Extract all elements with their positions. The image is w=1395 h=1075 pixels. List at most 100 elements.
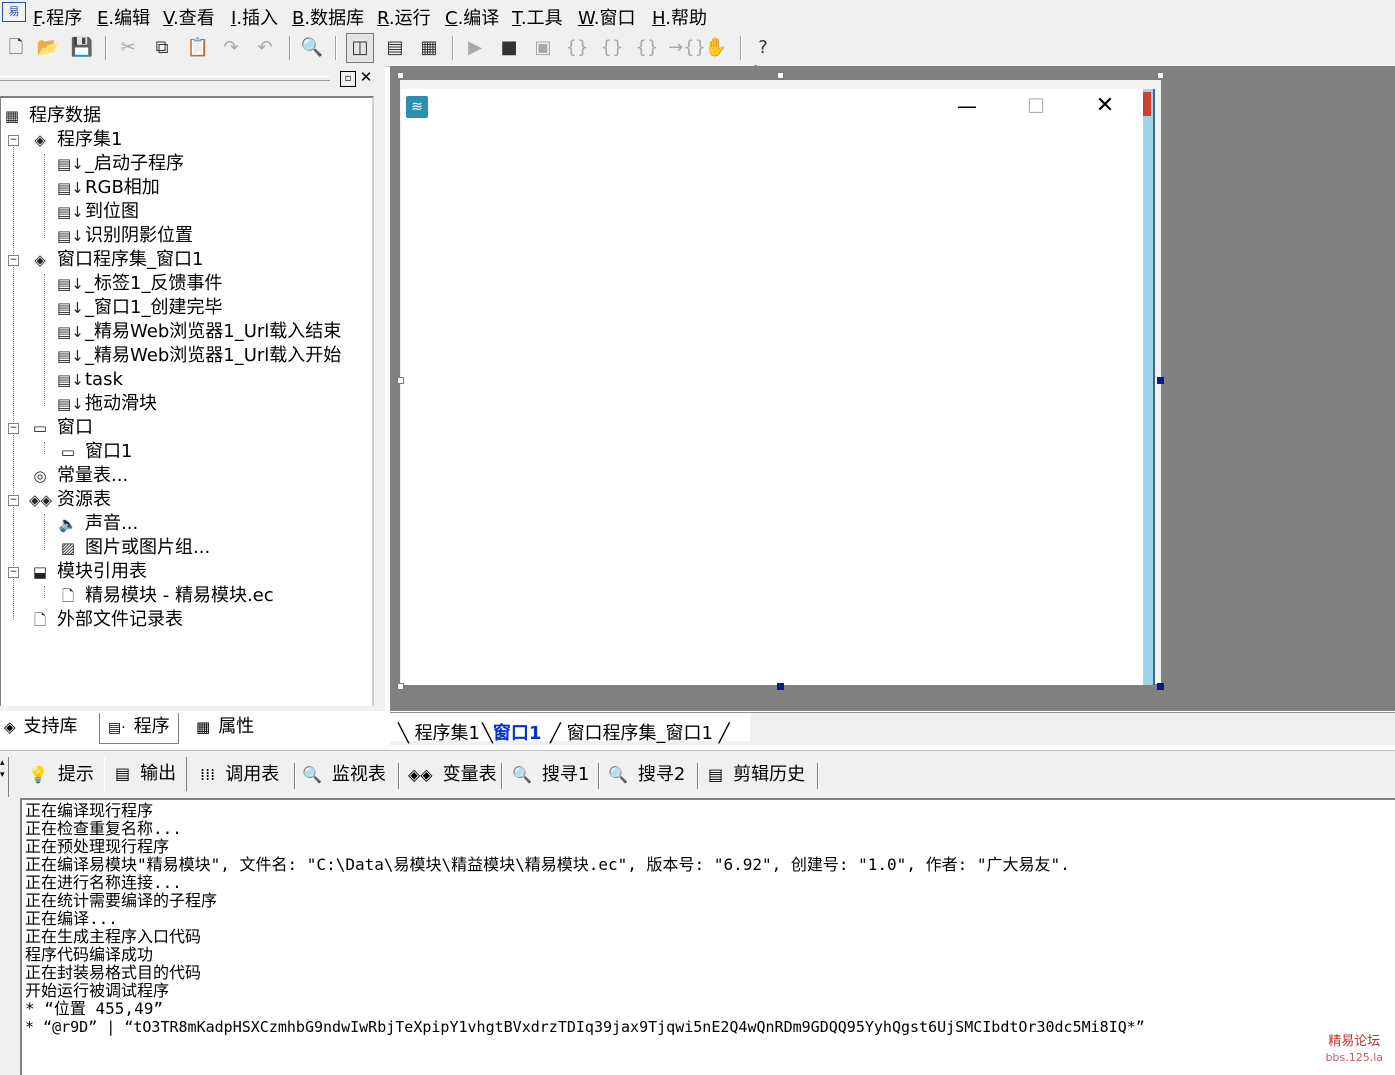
new-icon[interactable]: 🗋 [2, 34, 30, 62]
tab-hint[interactable]: 💡 提示 [28, 761, 94, 789]
run-to-icon[interactable]: →{} [668, 34, 706, 62]
panel-float-icon[interactable]: ▫ [340, 71, 356, 87]
panel-close-icon[interactable]: ✕ [359, 69, 373, 85]
tab-watch[interactable]: 🔍 监视表 [302, 761, 386, 789]
output-log[interactable]: 正在编译现行程序 正在检查重复名称... 正在预处理现行程序 正在编译易模块"精… [20, 798, 1395, 1075]
call-stack-icon: ⁞⁞⁞ [200, 765, 216, 784]
tab-support-library[interactable]: ◈ 支持库 [4, 713, 78, 741]
search-icon: 🔍 [608, 765, 628, 784]
minimize-icon[interactable]: — [953, 91, 981, 121]
tree-node-constants[interactable]: ◎ 常量表... [29, 464, 128, 488]
layout-1-icon[interactable]: ◫ [346, 33, 374, 63]
tree-node-external[interactable]: 🗋 外部文件记录表 [29, 608, 183, 632]
layout-3-icon[interactable]: ▦ [415, 34, 443, 62]
menu-view[interactable]: V.查看 [163, 4, 215, 30]
window-icon: ▭ [32, 419, 48, 437]
magnifier-icon: 🔍 [302, 765, 322, 784]
tree-node-sub[interactable]: ▤↓_标签1_反馈事件 [57, 272, 222, 296]
tree-node-window1[interactable]: ▭ 窗口1 [57, 440, 133, 464]
resize-handle[interactable] [777, 683, 784, 690]
resize-handle[interactable] [397, 683, 404, 690]
close-icon[interactable]: ✕ [1091, 91, 1119, 121]
tree-node-images[interactable]: ▨ 图片或图片组... [57, 536, 210, 560]
tree-node-modules[interactable]: − ⬓ 模块引用表 [8, 560, 147, 584]
tab-variables[interactable]: ◈◈ 变量表 [408, 761, 497, 789]
tree-node-sub[interactable]: ▤↓_精易Web浏览器1_Url载入开始 [57, 344, 341, 368]
tree-node-module-item[interactable]: 🗋 精易模块 - 精易模块.ec [57, 584, 274, 608]
tab-properties[interactable]: ▦ 属性 [196, 713, 254, 741]
copy-icon[interactable]: ⧉ [148, 34, 176, 62]
resize-handle[interactable] [397, 72, 404, 79]
menu-tools[interactable]: T.工具 [512, 4, 563, 30]
tree-node-sub[interactable]: ▤↓task [57, 368, 123, 392]
menu-edit[interactable]: E.编辑 [97, 4, 150, 30]
resize-handle[interactable] [1157, 72, 1164, 79]
layout-2-icon[interactable]: ▤ [381, 34, 409, 62]
resize-handle[interactable] [397, 377, 404, 384]
tab-call-stack[interactable]: ⁞⁞⁞ 调用表 [200, 761, 279, 789]
tree-node-sub[interactable]: ▤↓RGB相加 [57, 176, 160, 200]
form-window1[interactable]: ≋ — ☐ ✕ [401, 89, 1143, 685]
collapse-icon[interactable]: − [8, 423, 19, 434]
collapse-icon[interactable]: − [8, 255, 19, 266]
tab-output[interactable]: ▤ 输出 [104, 757, 188, 791]
menu-insert[interactable]: I.插入 [231, 4, 278, 30]
cut-icon[interactable]: ✂ [114, 34, 142, 62]
maximize-icon[interactable]: ☐ [1022, 91, 1050, 121]
run-icon[interactable]: ▶ [461, 34, 489, 62]
menu-help[interactable]: H.帮助 [652, 4, 707, 30]
step-out-icon[interactable]: {} [633, 34, 661, 62]
help-search-icon[interactable]: ?🔭 [749, 34, 777, 86]
undo-icon[interactable]: ↶ [251, 34, 279, 62]
tab-window1[interactable]: ╲窗口1 [482, 719, 541, 745]
stop-icon[interactable]: ■ [495, 34, 523, 62]
menu-program[interactable]: F.程序 [33, 4, 82, 30]
collapse-icon[interactable]: − [8, 135, 19, 146]
tree-node-sub[interactable]: ▤↓到位图 [57, 200, 139, 224]
subroutine-icon: ▤↓ [57, 275, 84, 293]
output-line: 正在预处理现行程序 [25, 837, 170, 856]
hand-icon[interactable]: ✋ [702, 34, 730, 62]
tab-program[interactable]: ▤· 程序 [99, 713, 179, 744]
paste-icon[interactable]: 📋 [184, 34, 212, 62]
resize-handle[interactable] [1157, 377, 1164, 384]
tree-node-resources[interactable]: − ◈◈ 资源表 [8, 488, 111, 512]
menu-run[interactable]: R.运行 [377, 4, 431, 30]
tree-node-sub[interactable]: ▤↓_精易Web浏览器1_Url载入结束 [57, 320, 341, 344]
tree-node-window[interactable]: − ▭ 窗口 [8, 416, 93, 440]
tree-node-sub[interactable]: ▤↓拖动滑块 [57, 392, 157, 416]
tab-program-set1[interactable]: ╲ 程序集1 [398, 719, 480, 745]
menu-database[interactable]: B.数据库 [292, 4, 364, 30]
open-icon[interactable]: 📂 [34, 34, 62, 62]
tree-node-sub[interactable]: ▤↓_启动子程序 [57, 152, 184, 176]
collapse-icon[interactable]: − [8, 567, 19, 578]
step-icon[interactable]: ▣ [529, 34, 557, 62]
menu-compile[interactable]: C.编译 [445, 4, 499, 30]
tree-node-sub[interactable]: ▤↓_窗口1_创建完毕 [57, 296, 222, 320]
resize-handle[interactable] [777, 72, 784, 79]
tree-node-set1[interactable]: − ◈ 程序集1 [8, 128, 122, 152]
step-into-icon[interactable]: {} [563, 34, 591, 62]
tree-node-sound[interactable]: 🔈 声音... [57, 512, 139, 536]
tab-separator [294, 763, 296, 789]
tree-node-set2[interactable]: − ◈ 窗口程序集_窗口1 [8, 248, 203, 272]
panel-grip[interactable]: ▴ ▾ [0, 757, 9, 797]
toolbar-separator [740, 36, 742, 60]
panel-grip[interactable] [0, 76, 330, 81]
tab-search2[interactable]: 🔍 搜寻2 [608, 761, 685, 789]
resize-handle[interactable] [1157, 683, 1164, 690]
tab-search1[interactable]: 🔍 搜寻1 [512, 761, 589, 789]
tab-clip-history[interactable]: ▤ 剪辑历史 [708, 761, 805, 789]
menu-window[interactable]: W.窗口 [578, 4, 635, 30]
save-icon[interactable]: 💾 [68, 34, 96, 62]
variables-icon: ◈◈ [408, 765, 433, 784]
tab-window-program-set[interactable]: ╱ 窗口程序集_窗口1 ╱ [550, 719, 730, 745]
collapse-icon[interactable]: − [8, 495, 19, 506]
step-over-icon[interactable]: {} [598, 34, 626, 62]
tree-node-root[interactable]: ▦ 程序数据 [1, 104, 101, 128]
subroutine-icon: ▤↓ [57, 323, 84, 341]
redo-icon[interactable]: ↷ [217, 34, 245, 62]
tree-node-sub[interactable]: ▤↓识别阴影位置 [57, 224, 193, 248]
find-icon[interactable]: 🔍 [298, 34, 326, 62]
picture-icon: ▨ [60, 539, 76, 557]
